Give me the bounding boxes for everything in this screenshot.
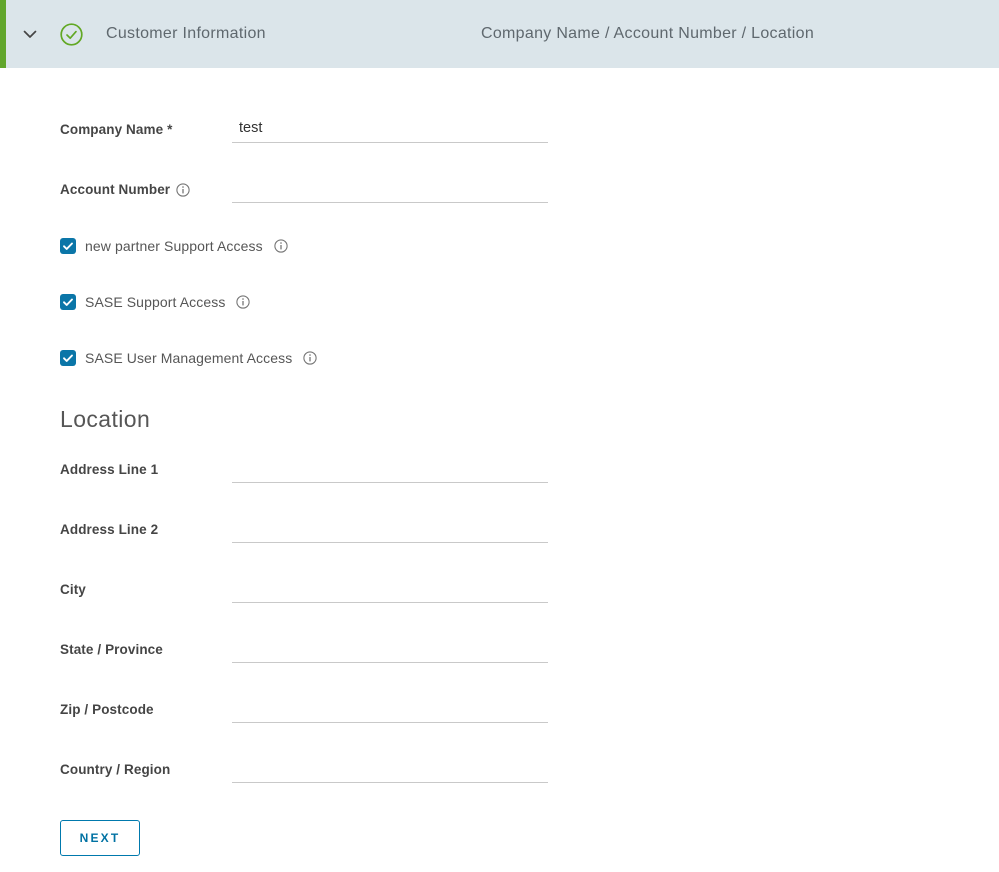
address-line-1-label: Address Line 1	[60, 462, 232, 483]
info-icon[interactable]	[303, 351, 317, 365]
state-province-row: State / Province	[60, 636, 999, 663]
section-summary: Company Name / Account Number / Location	[481, 25, 814, 43]
address-line-1-row: Address Line 1	[60, 456, 999, 483]
checkbox-label: new partner Support Access	[85, 238, 263, 254]
location-heading: Location	[60, 404, 999, 434]
customer-information-accordion-header[interactable]: Customer Information Company Name / Acco…	[0, 0, 999, 68]
zip-postcode-row: Zip / Postcode	[60, 696, 999, 723]
new-partner-support-access-row: new partner Support Access	[60, 236, 999, 256]
sase-user-management-access-row: SASE User Management Access	[60, 348, 999, 368]
company-name-label: Company Name *	[60, 122, 232, 143]
address-line-1-input[interactable]	[232, 456, 548, 483]
sase-user-management-access-checkbox[interactable]	[60, 350, 76, 366]
country-region-row: Country / Region	[60, 756, 999, 783]
city-label: City	[60, 582, 232, 603]
country-region-input[interactable]	[232, 756, 548, 783]
sase-support-access-checkbox[interactable]	[60, 294, 76, 310]
new-partner-support-access-checkbox[interactable]	[60, 238, 76, 254]
access-checkbox-group: new partner Support Access SASE Support …	[60, 236, 999, 368]
country-region-label: Country / Region	[60, 762, 232, 783]
account-number-input[interactable]	[232, 176, 548, 203]
info-icon[interactable]	[236, 295, 250, 309]
address-line-2-row: Address Line 2	[60, 516, 999, 543]
address-line-2-label: Address Line 2	[60, 522, 232, 543]
company-name-input[interactable]	[232, 116, 548, 143]
section-title: Customer Information	[106, 25, 266, 43]
chevron-down-icon[interactable]	[23, 30, 37, 39]
account-number-row: Account Number	[60, 176, 999, 203]
zip-postcode-label: Zip / Postcode	[60, 702, 232, 723]
step-complete-check-icon	[60, 23, 83, 46]
next-button[interactable]: NEXT	[60, 820, 140, 856]
state-province-input[interactable]	[232, 636, 548, 663]
city-input[interactable]	[232, 576, 548, 603]
address-line-2-input[interactable]	[232, 516, 548, 543]
state-province-label: State / Province	[60, 642, 232, 663]
checkbox-label: SASE User Management Access	[85, 350, 292, 366]
info-icon[interactable]	[274, 239, 288, 253]
customer-information-form: Company Name * Account Number	[0, 68, 999, 856]
sase-support-access-row: SASE Support Access	[60, 292, 999, 312]
account-number-label: Account Number	[60, 182, 232, 203]
checkbox-label: SASE Support Access	[85, 294, 225, 310]
city-row: City	[60, 576, 999, 603]
zip-postcode-input[interactable]	[232, 696, 548, 723]
info-icon[interactable]	[176, 183, 190, 197]
location-fields: Address Line 1 Address Line 2 City State…	[60, 456, 999, 783]
company-name-row: Company Name *	[60, 116, 999, 143]
